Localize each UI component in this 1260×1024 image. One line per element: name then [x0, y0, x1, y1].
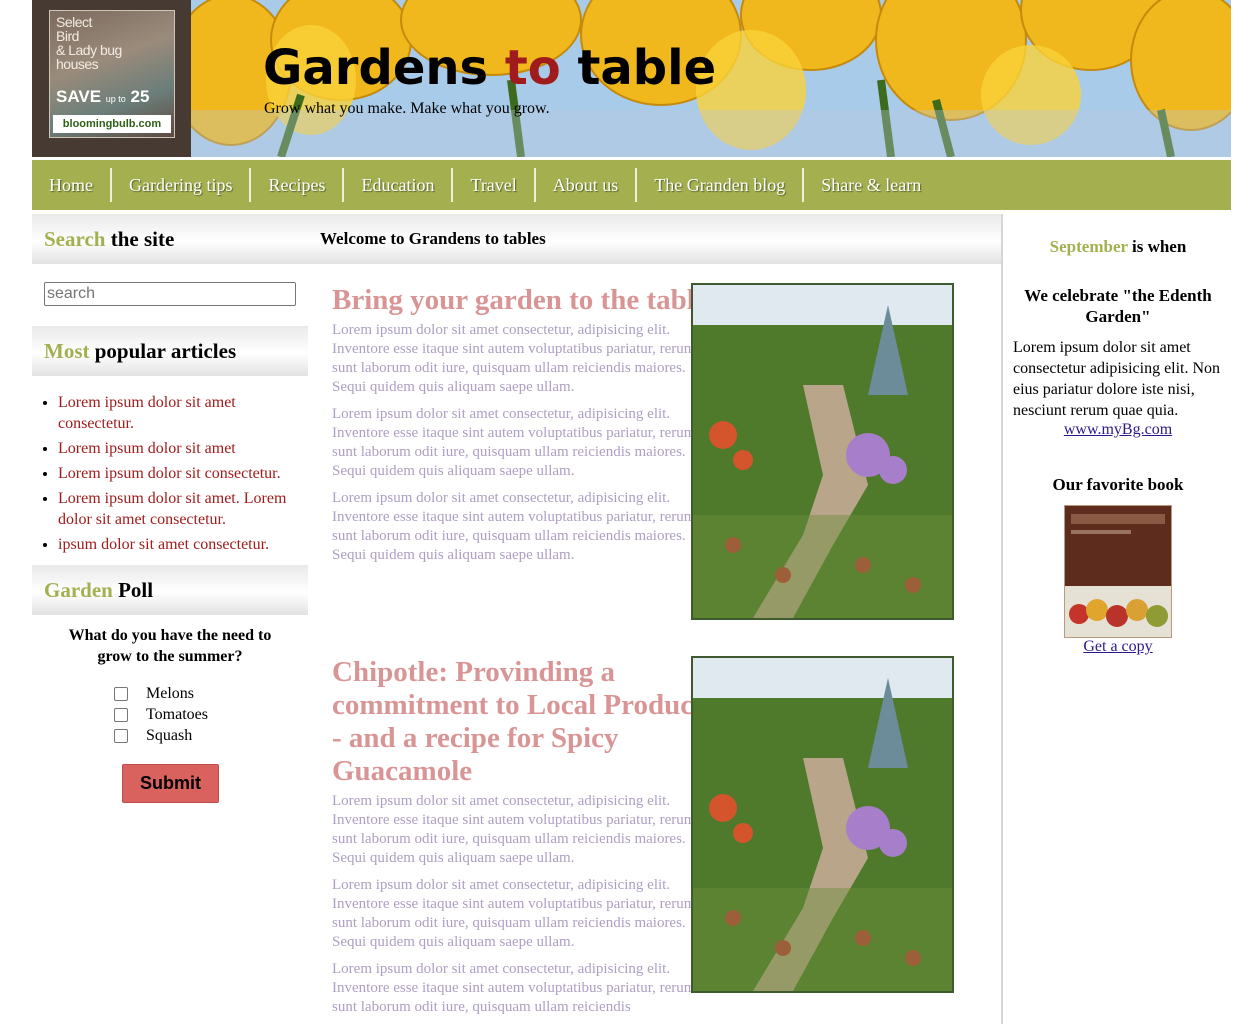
promo-line: Bird	[56, 28, 79, 44]
article-title[interactable]: Bring your garden to the table	[332, 284, 712, 317]
nav-item-blog[interactable]: The Granden blog	[637, 168, 805, 202]
heading-rest: the site	[105, 227, 175, 251]
list-item: ipsum dolor sit amet consectetur.	[58, 534, 308, 555]
promo-text: Select Bird & Lady bug houses	[56, 15, 166, 71]
tagline: Grow what you make. Make what you grow.	[264, 100, 550, 117]
promo-save: SAVE up to 25	[56, 87, 149, 107]
popular-article-link[interactable]: Lorem ipsum dolor sit amet. Lorem dolor …	[58, 490, 286, 528]
promo-line: & Lady bug	[56, 42, 122, 58]
article-paragraph: Lorem ipsum dolor sit amet consectetur, …	[332, 406, 696, 479]
site-title: Gardens to table	[263, 38, 716, 98]
heading-rest: Poll	[112, 578, 154, 602]
poll-heading: Garden Poll	[32, 565, 308, 615]
article-paragraph: Lorem ipsum dolor sit amet consectetur, …	[332, 877, 696, 950]
mybg-link[interactable]: www.myBg.com	[1003, 421, 1233, 439]
poll-options: Melons Tomatoes Squash	[114, 683, 308, 746]
poll-option-label: Tomatoes	[146, 705, 208, 723]
poll-question: What do you have the need to grow to the…	[68, 627, 272, 665]
title-part: table	[560, 40, 717, 96]
promo-brand: bloomingbulb.com	[53, 115, 171, 133]
squash-checkbox[interactable]	[114, 728, 128, 743]
nav-item-recipes[interactable]: Recipes	[251, 168, 345, 202]
page: Select Bird & Lady bug houses SAVE up to…	[32, 0, 1231, 1024]
popular-articles-list: Lorem ipsum dolor sit amet consectetur. …	[32, 392, 308, 555]
search-heading: Search the site	[32, 214, 308, 264]
article-paragraph: Lorem ipsum dolor sit amet consectetur, …	[332, 322, 696, 395]
popular-heading: Most popular articles	[32, 326, 308, 376]
article-paragraph: Lorem ipsum dolor sit amet consectetur, …	[332, 793, 696, 866]
list-item: Lorem ipsum dolor sit amet	[58, 438, 308, 459]
nav-item-share-learn[interactable]: Share & learn	[804, 168, 938, 202]
search-area	[32, 264, 308, 326]
main-nav: Home Gardering tips Recipes Education Tr…	[32, 160, 1231, 210]
get-a-copy-link[interactable]: Get a copy	[1003, 638, 1233, 656]
promo-save-label: SAVE	[56, 87, 102, 106]
submit-button[interactable]: Submit	[122, 764, 219, 803]
promo-banner[interactable]: Select Bird & Lady bug houses SAVE up to…	[32, 0, 191, 157]
article-paragraph: Lorem ipsum dolor sit amet consectetur, …	[332, 490, 696, 563]
heading-accent: Search	[44, 227, 106, 251]
poll-option: Melons	[114, 683, 308, 704]
nav-item-education[interactable]: Education	[344, 168, 454, 202]
popular-article-link[interactable]: ipsum dolor sit amet consectetur.	[58, 536, 269, 553]
heading-accent: Most	[44, 339, 90, 363]
promo-upto: up to	[105, 94, 126, 104]
month-heading: September is when	[1003, 237, 1233, 257]
promo-image: Select Bird & Lady bug houses SAVE up to…	[49, 10, 175, 138]
site-header: Select Bird & Lady bug houses SAVE up to…	[32, 0, 1231, 157]
popular-article-link[interactable]: Lorem ipsum dolor sit consectetur.	[58, 465, 281, 482]
article-paragraph: Lorem ipsum dolor sit amet consectetur, …	[332, 961, 696, 1015]
celebrate-text: Lorem ipsum dolor sit amet consectetur a…	[1013, 339, 1221, 419]
right-sidebar: September is when We celebrate "the Eden…	[1001, 214, 1233, 1024]
nav-item-home[interactable]: Home	[32, 168, 112, 202]
title-accent: to	[504, 40, 561, 96]
heading-accent: Garden	[44, 578, 113, 602]
title-part: Gardens	[263, 40, 505, 96]
list-item: Lorem ipsum dolor sit amet consectetur.	[58, 392, 308, 434]
melons-checkbox[interactable]	[114, 686, 128, 701]
poll-option: Squash	[114, 725, 308, 746]
left-sidebar: Search the site Most popular articles Lo…	[32, 214, 308, 803]
nav-item-travel[interactable]: Travel	[453, 168, 536, 202]
heading-accent: September	[1049, 237, 1128, 256]
poll-option-label: Melons	[146, 684, 194, 702]
heading-rest: is when	[1127, 237, 1187, 256]
list-item: Lorem ipsum dolor sit consectetur.	[58, 463, 308, 484]
promo-line: houses	[56, 56, 99, 72]
article-title[interactable]: Chipotle: Provinding a commitment to Loc…	[332, 656, 712, 788]
welcome-heading: Welcome to Grandens to tables	[308, 214, 1001, 264]
heading-rest: popular articles	[89, 339, 237, 363]
garden-path-image	[691, 656, 954, 993]
popular-article-link[interactable]: Lorem ipsum dolor sit amet consectetur.	[58, 394, 236, 432]
promo-line: Select	[56, 14, 92, 30]
book-cover-image[interactable]	[1064, 505, 1172, 638]
book-heading: Our favorite book	[1052, 475, 1184, 494]
tomatoes-checkbox[interactable]	[114, 707, 128, 722]
search-input[interactable]	[44, 282, 296, 306]
poll-option: Tomatoes	[114, 704, 308, 725]
popular-article-link[interactable]: Lorem ipsum dolor sit amet	[58, 440, 236, 457]
nav-item-about-us[interactable]: About us	[536, 168, 638, 202]
celebrate-heading: We celebrate "the Edenth Garden"	[1024, 286, 1212, 326]
poll-option-label: Squash	[146, 726, 193, 744]
garden-path-image	[691, 283, 954, 620]
nav-item-gardering-tips[interactable]: Gardering tips	[112, 168, 252, 202]
promo-amount: 25	[130, 87, 150, 106]
list-item: Lorem ipsum dolor sit amet. Lorem dolor …	[58, 488, 308, 530]
main-content: Welcome to Grandens to tables Bring your…	[308, 214, 1001, 1024]
